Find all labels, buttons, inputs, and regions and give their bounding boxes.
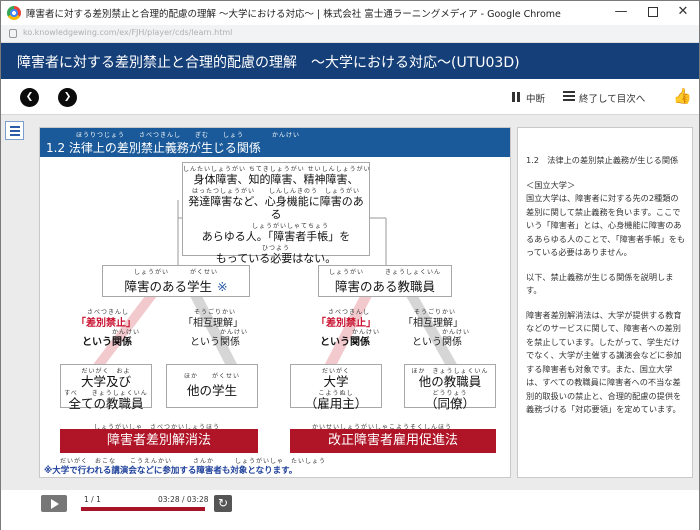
thumbs-up-icon[interactable]: 👍: [673, 87, 692, 105]
narration-paragraph-3: 障害者差別解消法は、大学が提供する教育などのサービスに関して、障害者への差別を禁…: [526, 309, 682, 415]
students-box-label: 障害のある学生: [124, 279, 212, 294]
law-banner-employment: 改正障害者雇用促進法: [290, 429, 496, 453]
narration-heading: 1.2 法律上の差別禁止義務が生じる関係: [526, 155, 679, 165]
b3-line-1: 大学: [323, 374, 349, 389]
replay-button[interactable]: ↻: [214, 495, 232, 512]
b2-label: 他の学生: [186, 383, 237, 398]
page-count: 1 / 1: [84, 495, 101, 504]
exit-to-toc-button[interactable]: 終了して目次へ: [579, 91, 645, 105]
chrome-icon: [7, 6, 21, 20]
maximize-button[interactable]: [637, 1, 669, 25]
employer-box: だいがく 大学 こようぬし （雇用主）: [290, 364, 382, 411]
narration-paragraph-2: 以下、禁止義務が生じる関係を説明します。: [526, 271, 674, 296]
course-title: 障害者に対する差別禁止と合理的配慮の理解 〜大学における対応〜(UTU03D): [17, 55, 520, 71]
relation-sub-3: という関係: [320, 337, 370, 348]
definition-ruby-2: はったつしょうがい しんしんきのう しょうがい: [191, 188, 360, 195]
definition-ruby-3: しょうがいしゃてちょう: [251, 223, 329, 230]
colleagues-box: ほか きょうしょくいん 他の教職員 どうりょう （同僚）: [404, 364, 496, 411]
students-box-star: ※: [217, 279, 228, 294]
staff-with-disabilities-box: しょうがい きょうしょくいん 障害のある教職員: [318, 265, 452, 297]
next-button[interactable]: ❯: [58, 88, 77, 107]
progress-bar[interactable]: [81, 507, 205, 511]
b4-line-1: 他の教職員: [418, 374, 482, 389]
title-bar: 障害者に対する差別禁止と合理的配慮の理解 〜大学における対応〜 | 株式会社 富…: [1, 1, 699, 25]
close-button[interactable]: ✕: [667, 1, 699, 25]
definition-line-1: 身体障害、知的障害、精神障害、: [193, 173, 359, 186]
relation-sub-4: という関係: [412, 337, 462, 348]
staff-box-ruby: しょうがい きょうしょくいん: [328, 269, 441, 276]
url-text: ko.knowledgewing.com/ex/FJH/player/cds/l…: [23, 28, 233, 37]
b4-line-2: （同僚）: [424, 396, 475, 411]
students-with-disabilities-box: しょうがい がくせい 障害のある学生 ※: [102, 265, 250, 297]
content-area: ほうりつじょう さべつきんし ぎむ しょう かんけい 1.2 法律上の差別禁止義…: [1, 115, 699, 490]
definition-box: しんたいしょうがい ちてきしょうがい せいしんしょうがい 身体障害、知的障害、精…: [182, 162, 371, 265]
previous-button[interactable]: ❮: [20, 88, 39, 107]
maximize-icon: [648, 6, 658, 17]
narration-panel: 1.2 法律上の差別禁止義務が生じる関係 ＜国立大学＞ 国立大学は、障害者に対す…: [517, 127, 693, 478]
slide: ほうりつじょう さべつきんし ぎむ しょう かんけい 1.2 法律上の差別禁止義…: [39, 127, 511, 478]
law-banner-discrimination: 障害者差別解消法: [60, 429, 258, 453]
definition-line-3: あらゆる人。「障害者手帳」を: [201, 230, 351, 243]
b1-line-2: 全ての教職員: [68, 396, 144, 411]
b3-line-2: （雇用主）: [304, 396, 368, 411]
player-bar: 1 / 1 03:28 / 03:28 ↻: [1, 490, 699, 530]
students-box-ruby: しょうがい がくせい: [133, 269, 218, 276]
narration-paragraph-1: 国立大学は、障害者に対する先の2種類の差別に関して禁止義務を負います。ここでいう…: [526, 193, 686, 257]
minimize-button[interactable]: —: [605, 1, 637, 25]
staff-box-label: 障害のある教職員: [334, 279, 435, 294]
relation-sub-2: という関係: [190, 337, 240, 348]
b2-ruby: ほか がくせい: [183, 373, 240, 380]
menu-list-button[interactable]: [5, 121, 24, 140]
pause-icon[interactable]: [512, 92, 521, 102]
slide-footnote: ※大学で行われる講演会などに参加する障害者も対象となります。: [44, 466, 298, 476]
narration-section: ＜国立大学＞: [526, 179, 576, 190]
browser-window: 障害者に対する差別禁止と合理的配慮の理解 〜大学における対応〜 | 株式会社 富…: [0, 0, 700, 530]
navigation-bar: ❮ ❯ 中断 終了して目次へ 👍: [1, 79, 699, 115]
relation-sub-1: という関係: [82, 337, 132, 348]
address-bar[interactable]: ko.knowledgewing.com/ex/FJH/player/cds/l…: [1, 25, 699, 43]
elapsed-time: 03:28 / 03:28: [158, 495, 209, 504]
lock-icon: [9, 29, 17, 38]
b1-line-1: 大学及び: [80, 374, 131, 389]
toc-icon[interactable]: [563, 91, 575, 102]
university-and-staff-box: だいがく およ 大学及び すべ きょうしょくいん 全ての教職員: [60, 364, 152, 411]
progress-fill: [81, 507, 205, 511]
definition-line-2: 発達障害など、心身機能に障害のある: [188, 195, 364, 221]
play-button[interactable]: [41, 495, 67, 512]
pause-button[interactable]: 中断: [526, 91, 545, 105]
definition-ruby-4: ひつよう: [261, 245, 290, 252]
window-title: 障害者に対する差別禁止と合理的配慮の理解 〜大学における対応〜 | 株式会社 富…: [26, 9, 561, 20]
definition-ruby-1: しんたいしょうがい ちてきしょうがい せいしんしょうがい: [183, 166, 371, 173]
other-students-box: ほか がくせい 他の学生: [166, 364, 258, 408]
definition-line-4: もっている必要はない。: [215, 252, 337, 265]
course-header: 障害者に対する差別禁止と合理的配慮の理解 〜大学における対応〜(UTU03D): [1, 43, 699, 79]
